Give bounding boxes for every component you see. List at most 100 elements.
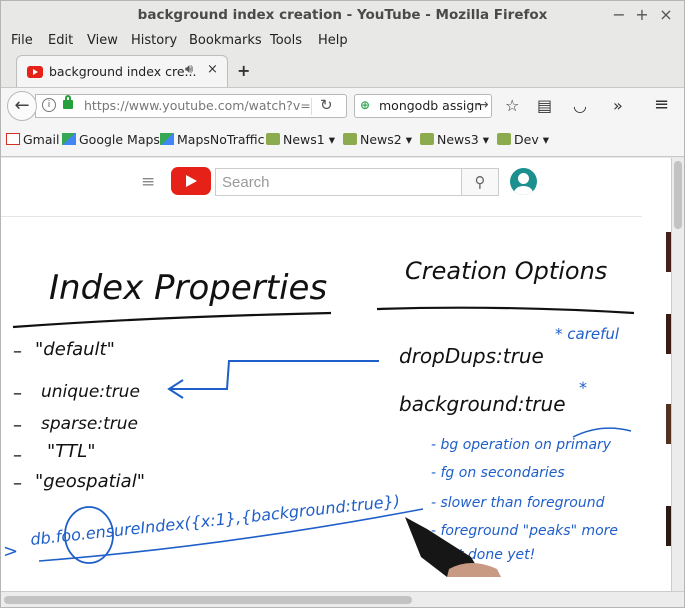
dropdown-arrow-icon: ▾ — [328, 132, 335, 147]
bookmark-gmail[interactable]: Gmail — [6, 132, 59, 147]
background-note: - slower than foreground — [431, 495, 605, 511]
menu-bar: File Edit View History Bookmarks Tools H… — [1, 31, 684, 53]
blue-arrow-line — [171, 360, 379, 390]
maps-icon — [62, 133, 76, 145]
guide-menu-icon[interactable]: ≡ — [141, 172, 155, 192]
back-button[interactable]: ← — [7, 91, 37, 121]
dropdown-arrow-icon: ▾ — [405, 132, 412, 147]
bookmark-folder-news1[interactable]: News1 ▾ — [266, 132, 335, 147]
bookmark-label: Gmail — [23, 132, 60, 147]
maximize-button[interactable]: + — [633, 5, 651, 24]
shell-prompt: > — [3, 541, 18, 562]
horizontal-scroll-thumb[interactable] — [4, 596, 412, 604]
tab-label: background index cre... — [49, 64, 197, 79]
close-window-button[interactable]: × — [657, 5, 675, 24]
bookmark-folder-news3[interactable]: News3 ▾ — [420, 132, 489, 147]
video-player[interactable]: Index Properties Creation Options – "def… — [1, 216, 642, 577]
index-property-item: "default" — [35, 339, 115, 360]
url-bar[interactable]: i https://www.youtube.com/watch?v=r ↻ — [35, 94, 347, 118]
index-property-item: sparse:true — [41, 414, 138, 434]
menu-view[interactable]: View — [87, 33, 118, 48]
bookmark-label: Google Maps — [79, 132, 160, 147]
bookmark-mapsnotraffic[interactable]: MapsNoTraffic — [160, 132, 264, 147]
youtube-search-box[interactable] — [215, 168, 462, 196]
background-note: - fg on secondaries — [431, 465, 565, 481]
background-note: - bg operation on primary — [431, 437, 612, 453]
bookmark-label: MapsNoTraffic — [177, 132, 265, 147]
pocket-icon[interactable]: ◡ — [573, 96, 587, 115]
careful-note: * careful — [555, 325, 620, 343]
dropdown-arrow-icon: ▾ — [542, 132, 549, 147]
search-query[interactable]: mongodb assign — [379, 98, 482, 113]
whiteboard-right-heading: Creation Options — [405, 257, 607, 285]
bookmark-label: News1 — [283, 132, 325, 147]
index-property-item: unique:true — [41, 382, 140, 402]
tab-strip: background index cre... 🔊︎ × + — [1, 53, 684, 87]
related-videos-strip — [652, 216, 671, 591]
library-icon[interactable]: ▤ — [537, 96, 552, 115]
youtube-logo-icon[interactable] — [171, 167, 211, 195]
lock-icon[interactable] — [63, 95, 73, 109]
search-bar[interactable]: ⊕ mongodb assign → — [354, 94, 492, 118]
speaker-icon[interactable]: 🔊︎ — [185, 62, 193, 77]
firefox-window: background index creation - YouTube - Mo… — [0, 0, 685, 608]
menu-tools[interactable]: Tools — [270, 33, 302, 48]
dash-mark: – — [13, 415, 22, 436]
bookmark-folder-dev[interactable]: Dev ▾ — [497, 132, 549, 147]
hamburger-menu-icon[interactable]: ≡ — [654, 94, 669, 115]
bookmark-label: Dev — [514, 132, 539, 147]
left-heading-underline — [12, 311, 332, 329]
folder-icon — [497, 133, 511, 145]
bookmark-label: News3 — [437, 132, 479, 147]
bookmark-google-maps[interactable]: Google Maps — [62, 132, 160, 147]
tab-close-button[interactable]: × — [207, 62, 218, 77]
dropdown-arrow-icon: ▾ — [482, 132, 489, 147]
menu-bookmarks[interactable]: Bookmarks — [189, 33, 262, 48]
bookmark-star-icon[interactable]: ☆ — [505, 96, 519, 115]
page-content: ≡ ⚲ Index Properties Creation Options – … — [1, 158, 671, 591]
bookmark-folder-news2[interactable]: News2 ▾ — [343, 132, 412, 147]
youtube-header: ≡ ⚲ — [1, 158, 671, 208]
search-go-icon[interactable]: → — [477, 97, 489, 113]
folder-icon — [420, 133, 434, 145]
vertical-scrollbar[interactable] — [671, 158, 684, 591]
minimize-button[interactable]: − — [610, 5, 628, 24]
window-title: background index creation - YouTube - Mo… — [137, 7, 548, 23]
youtube-search-button[interactable]: ⚲ — [461, 168, 499, 196]
info-icon[interactable]: i — [42, 98, 56, 112]
creation-option-item: background:true — [399, 392, 566, 416]
background-note: - foreground "peaks" more — [431, 523, 618, 539]
google-search-icon: ⊕ — [360, 98, 371, 112]
dash-mark: – — [13, 341, 22, 362]
dash-mark: – — [13, 473, 22, 494]
dash-mark: – — [13, 445, 22, 466]
overflow-chevron-icon[interactable]: » — [613, 96, 623, 115]
bookmarks-toolbar: Gmail Google Maps MapsNoTraffic News1 ▾ … — [1, 123, 684, 157]
star-note: * — [579, 378, 587, 397]
shell-command: db.foo.ensureIndex({x:1},{background:tru… — [29, 491, 400, 549]
vertical-scroll-thumb[interactable] — [674, 161, 682, 229]
primary-underline — [572, 427, 632, 438]
menu-help[interactable]: Help — [318, 33, 348, 48]
creation-option-item: dropDups:true — [399, 344, 544, 368]
url-divider — [311, 98, 312, 115]
folder-icon — [343, 133, 357, 145]
menu-history[interactable]: History — [131, 33, 177, 48]
maps-icon — [160, 133, 174, 145]
whiteboard-frame: Index Properties Creation Options – "def… — [3, 257, 635, 577]
new-tab-button[interactable]: + — [237, 61, 250, 80]
menu-edit[interactable]: Edit — [48, 33, 73, 48]
index-property-item: "TTL" — [47, 441, 96, 462]
url-text[interactable]: https://www.youtube.com/watch?v=r — [84, 98, 310, 113]
horizontal-scrollbar[interactable] — [1, 591, 684, 607]
tab-youtube[interactable]: background index cre... 🔊︎ × — [16, 55, 228, 87]
menu-file[interactable]: File — [11, 33, 33, 48]
bookmark-label: News2 — [360, 132, 402, 147]
youtube-favicon-icon — [27, 66, 43, 78]
avatar[interactable] — [510, 168, 537, 195]
whiteboard-left-heading: Index Properties — [49, 268, 327, 308]
navigation-toolbar: i https://www.youtube.com/watch?v=r ↻ ← … — [1, 87, 684, 123]
right-heading-underline — [376, 306, 635, 315]
youtube-search-input[interactable] — [216, 169, 461, 195]
reload-icon[interactable]: ↻ — [320, 96, 333, 114]
